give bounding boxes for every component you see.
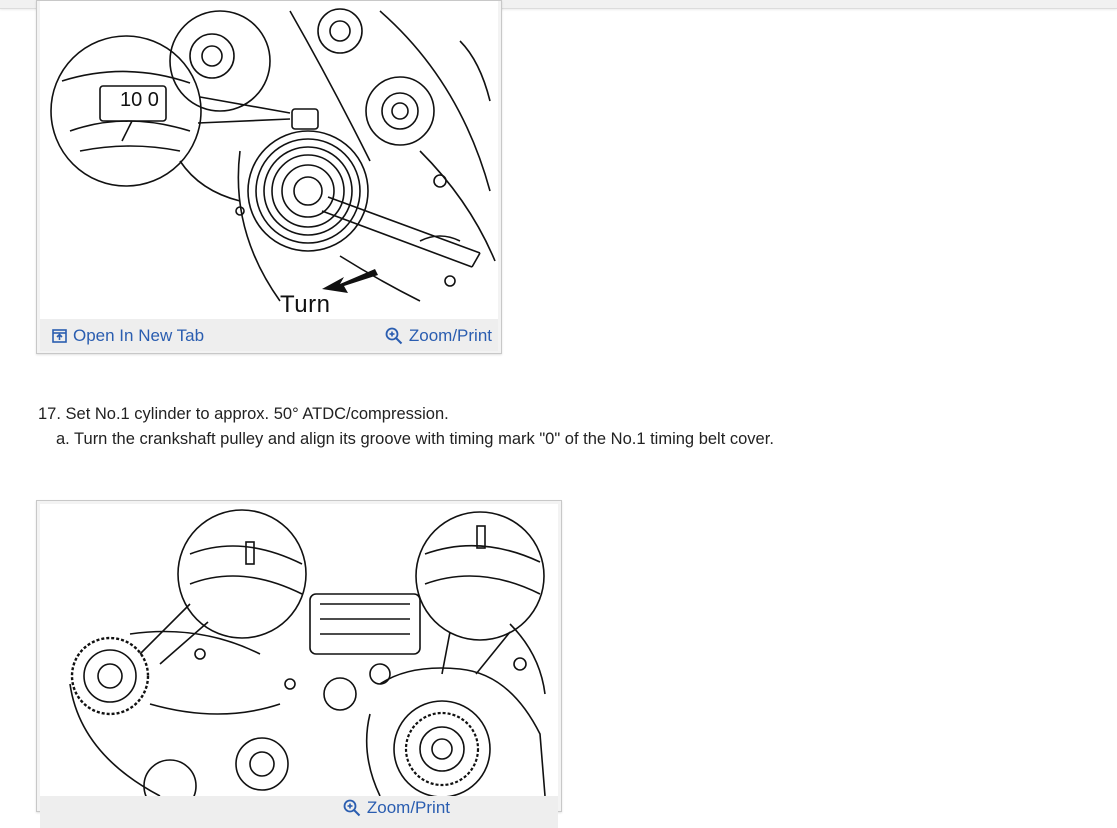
figure-timing-marks: Zoom/Print (36, 500, 562, 828)
open-new-tab-icon (52, 329, 67, 343)
figure-toolbar: Open In New Tab Zoom/Print (40, 319, 498, 351)
dial-mark-text: 10 0 (120, 89, 159, 111)
turn-label: Turn (280, 291, 331, 318)
zoom-print-label: Zoom/Print (366, 798, 450, 817)
diagram-crankshaft-pulley-image[interactable]: 10 0 Turn (40, 1, 498, 319)
open-in-new-tab-label: Open In New Tab (73, 326, 205, 345)
zoom-print-link[interactable]: Zoom/Print (385, 326, 492, 346)
step-17a-text: a. Turn the crankshaft pulley and align … (56, 430, 774, 448)
step-17-text: 17. Set No.1 cylinder to approx. 50° ATD… (38, 405, 449, 423)
pulley-line-drawing: 10 0 (50, 8, 496, 302)
figure-crankshaft-pulley: 10 0 Turn Open In New Tab Zoom/Print (36, 0, 502, 354)
diagram-timing-marks-image[interactable] (40, 504, 558, 796)
zoom-in-icon (385, 327, 403, 345)
zoom-in-icon (343, 799, 361, 817)
step-instructions: 17. Set No.1 cylinder to approx. 50° ATD… (38, 402, 1098, 452)
open-in-new-tab-link[interactable]: Open In New Tab (52, 326, 204, 346)
zoom-print-link[interactable]: Zoom/Print (343, 798, 450, 818)
figure-toolbar: Zoom/Print (40, 796, 558, 828)
zoom-print-label: Zoom/Print (408, 326, 492, 345)
timing-mark-line-drawing (69, 509, 546, 796)
